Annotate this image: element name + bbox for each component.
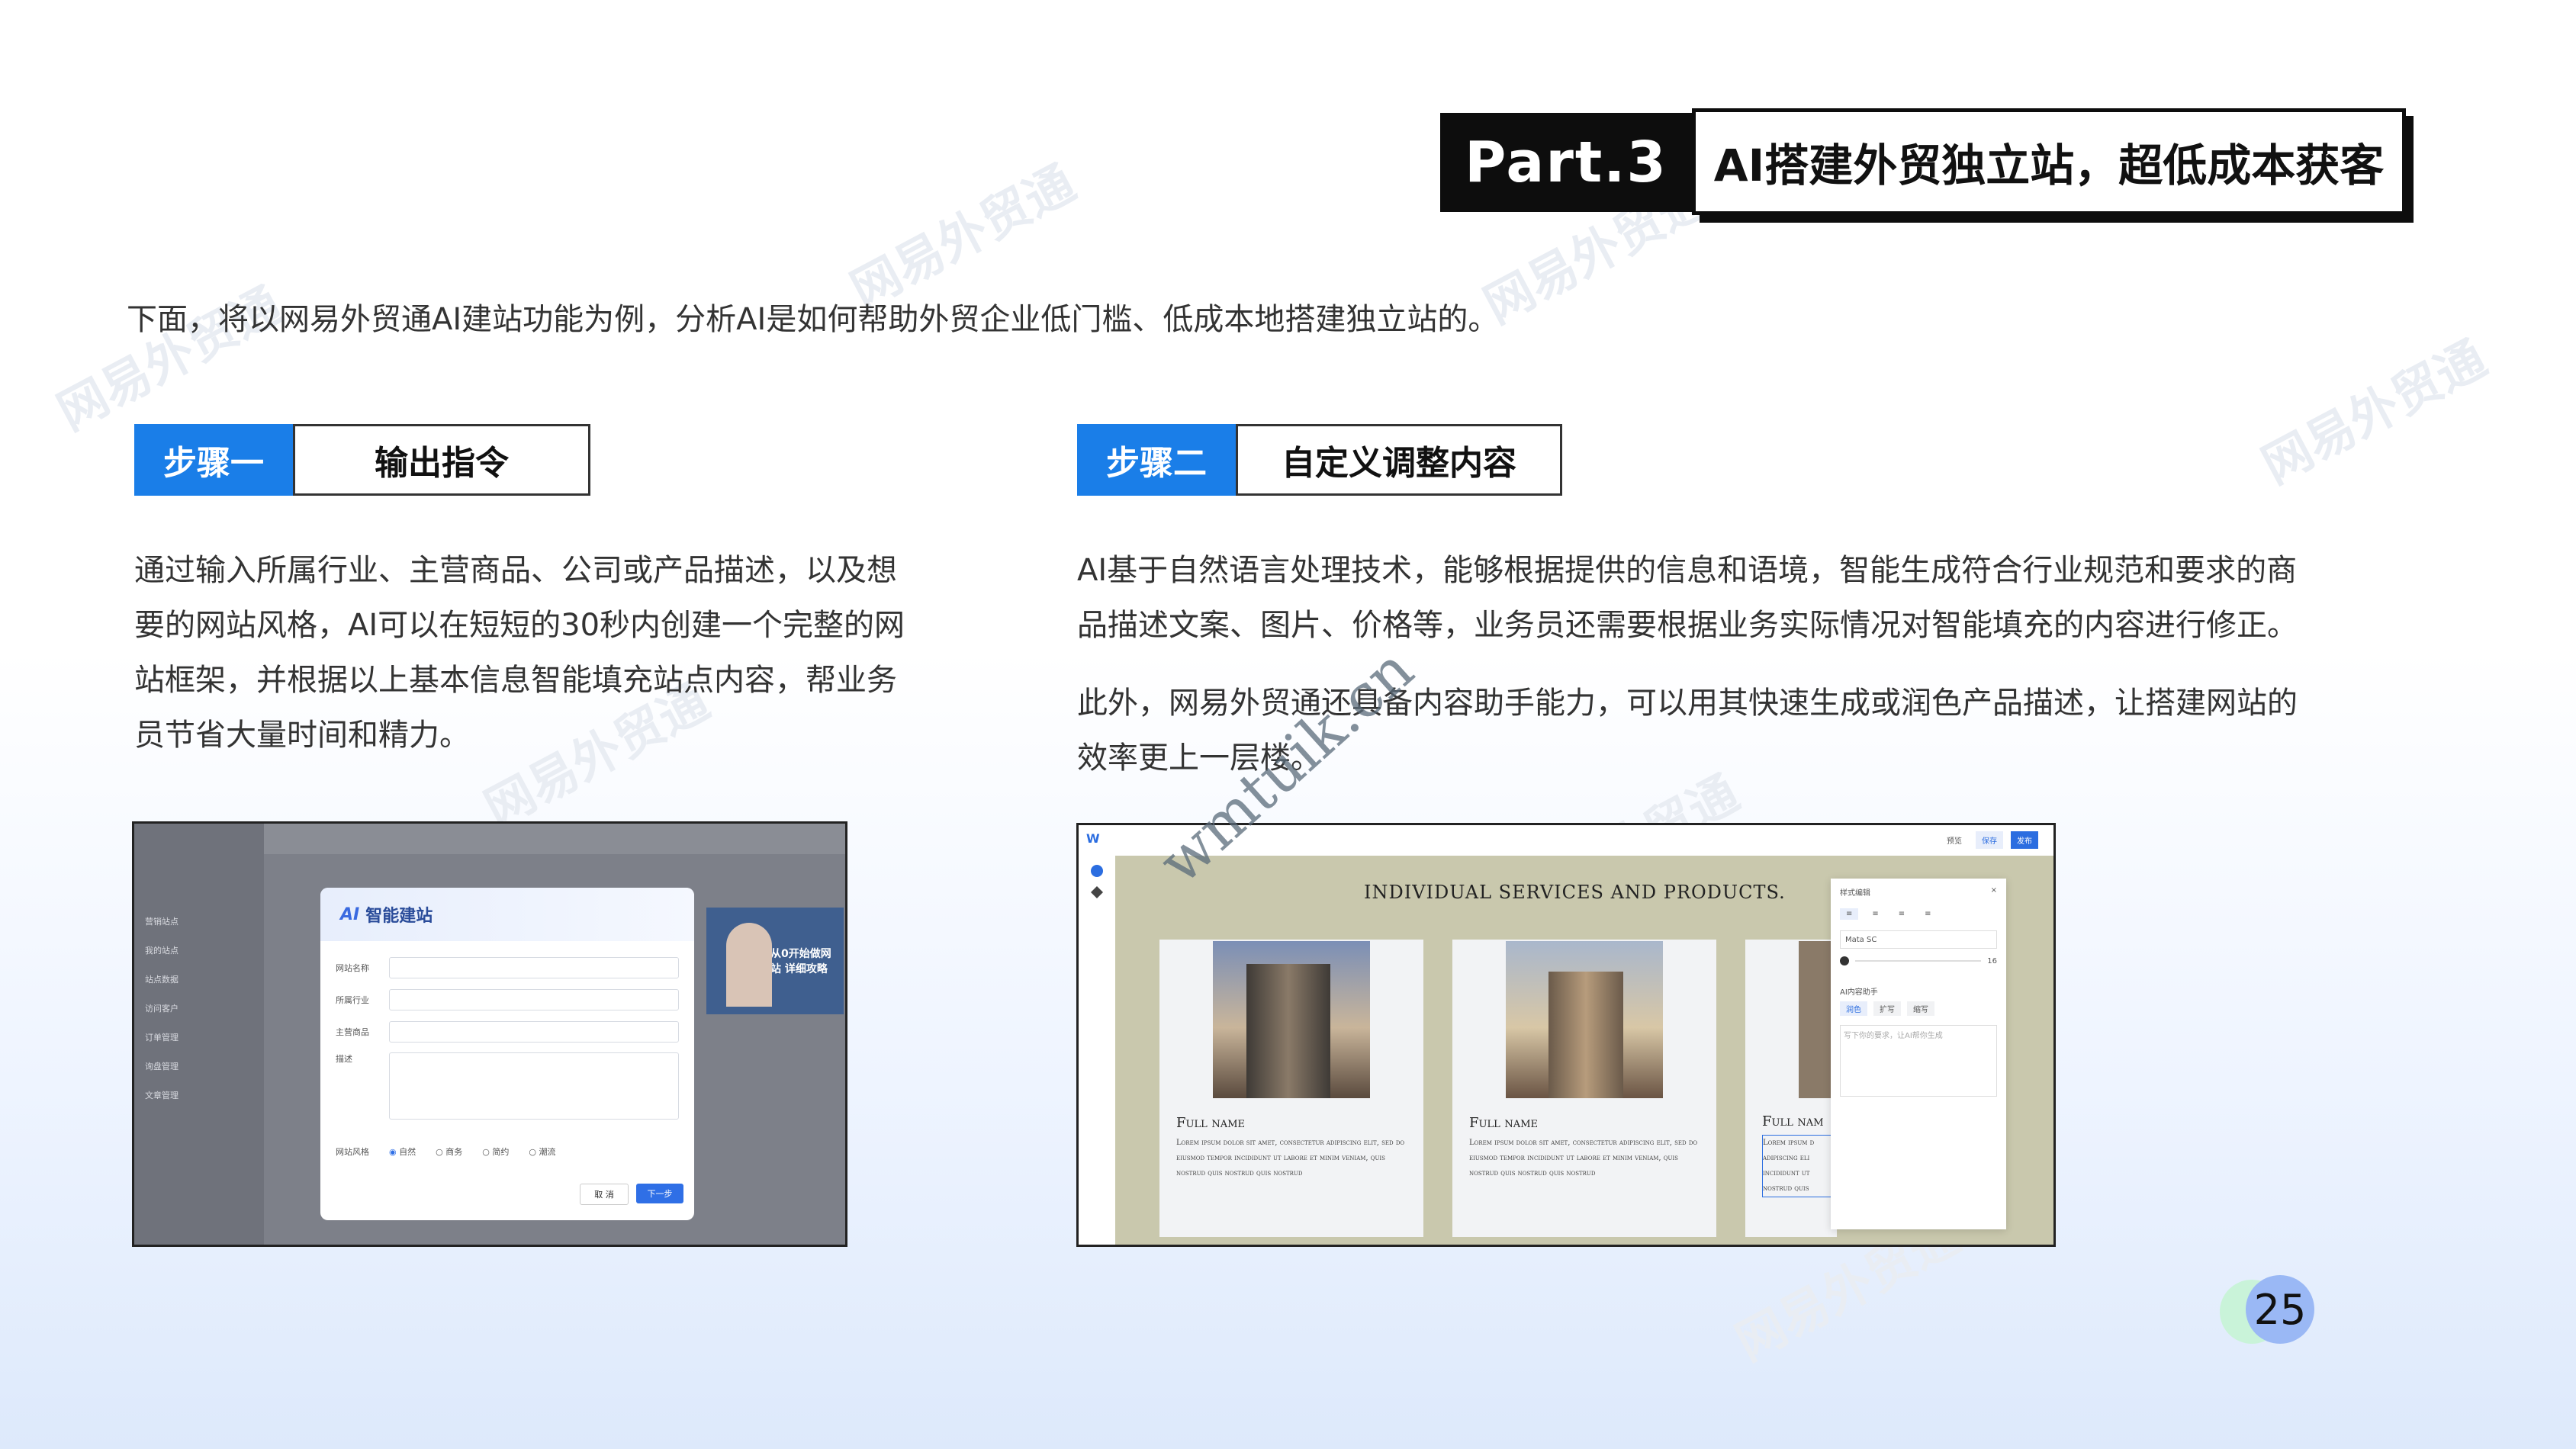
card-text: Lorem ipsum dolor sit amet, consectetur … [1176, 1139, 1405, 1178]
next-button[interactable]: 下一步 [636, 1184, 683, 1203]
style-radio[interactable]: ◉ 自然 [389, 1145, 416, 1158]
card-text: Lorem ipsum dolor sit amet, consectetur … [1469, 1139, 1698, 1178]
size-slider[interactable] [1855, 960, 1982, 962]
card-title: Full nam [1762, 1113, 1824, 1129]
field-label: 所属行业 [336, 995, 369, 1005]
text-line: 品描述文案、图片、价格等，业务员还需要根据业务实际情况对智能填充的内容进行修正。 [1077, 608, 2298, 643]
step1-title: 输出指令 [293, 424, 590, 496]
logo-icon: W [1086, 831, 1100, 846]
page-number-text: 25 [2253, 1285, 2307, 1334]
sidebar-item[interactable]: 站点数据 [145, 965, 264, 994]
watermark: 网易外贸通 [2253, 330, 2496, 496]
sidebar-item[interactable]: 我的站点 [145, 937, 264, 965]
site-editor-screenshot: W 预览 保存 发布 INDIVIDUAL SERVICES AND PRODU… [1079, 825, 2053, 1245]
field-label: 网站名称 [336, 963, 369, 973]
add-icon[interactable] [1091, 865, 1103, 877]
polish-button[interactable]: 润色 [1840, 1001, 1867, 1016]
layers-icon[interactable] [1091, 886, 1103, 898]
text-line: 员节省大量时间和精力。 [134, 718, 470, 753]
sidebar-item[interactable]: 访问客户 [145, 994, 264, 1023]
sidebar-item[interactable]: 营销站点 [145, 908, 264, 937]
card-text: Lorem ipsum d adipiscing eli incididunt … [1762, 1135, 1837, 1197]
section-heading: INDIVIDUAL SERVICES AND PRODUCTS. [1364, 882, 1786, 903]
radio-label: 潮流 [539, 1147, 556, 1157]
preview-button[interactable]: 预览 [1941, 831, 1968, 849]
text-line: 站框架，并根据以上基本信息智能填充站点内容，帮业务 [134, 663, 897, 698]
ai-site-builder-screenshot: 营销站点 我的站点 站点数据 访问客户 订单管理 询盘管理 文章管理 从0开始做… [134, 824, 845, 1245]
ai-prompt-textarea[interactable]: 写下你的要求，让AI帮你生成 [1840, 1025, 1997, 1097]
step1-header: 步骤一 输出指令 [134, 424, 590, 496]
step1-description: 通过输入所属行业、主营商品、公司或产品描述，以及想 要的网站风格，AI可以在短短… [134, 543, 1004, 763]
expand-button[interactable]: 扩写 [1873, 1001, 1901, 1016]
product-card[interactable]: Full name Lorem ipsum dolor sit amet, co… [1452, 940, 1716, 1237]
text-line: AI基于自然语言处理技术，能够根据提供的信息和语境，智能生成符合行业规范和要求的… [1077, 553, 2298, 588]
sidebar-item[interactable]: 询盘管理 [145, 1052, 264, 1081]
ai-build-dialog: AI 智能建站 网站名称 所属行业 主营商品 描述 网站风格 ◉ 自然 ○ 商务… [320, 888, 694, 1220]
style-radio[interactable]: ○ 潮流 [529, 1145, 555, 1158]
radio-label: 自然 [399, 1147, 416, 1157]
step2-header: 步骤二 自定义调整内容 [1077, 424, 1562, 496]
card-title: Full name [1176, 1115, 1245, 1131]
product-card[interactable]: Full name Lorem ipsum dolor sit amet, co… [1159, 940, 1423, 1237]
promo-card[interactable]: 从0开始做网站 详细攻略 [706, 908, 844, 1014]
products-input[interactable] [389, 1021, 679, 1043]
site-name-input[interactable] [389, 957, 679, 978]
topbar [264, 824, 845, 854]
style-radio[interactable]: ○ 简约 [482, 1145, 509, 1158]
text-line: 要的网站风格，AI可以在短短的30秒内创建一个完整的网 [134, 608, 905, 643]
align-justify-icon[interactable]: ≡ [1918, 908, 1937, 920]
field-label: 网站风格 [336, 1147, 369, 1157]
page-number: 25 [2220, 1275, 2319, 1344]
sidebar-item[interactable]: 订单管理 [145, 1023, 264, 1052]
align-right-icon[interactable]: ≡ [1893, 908, 1911, 920]
page-title: AI搭建外贸独立站，超低成本获客 [1692, 108, 2406, 215]
font-size-value: 16 [1987, 956, 1997, 965]
close-icon[interactable]: × [1991, 886, 1997, 898]
description-textarea[interactable] [389, 1052, 679, 1120]
shorten-button[interactable]: 缩写 [1907, 1001, 1934, 1016]
cancel-button[interactable]: 取 消 [580, 1184, 629, 1205]
product-card[interactable]: Full nam Lorem ipsum d adipiscing eli in… [1745, 940, 1837, 1237]
step2-tag: 步骤二 [1077, 424, 1236, 496]
industry-select[interactable] [389, 989, 679, 1010]
ai-logo-icon: AI [340, 904, 360, 924]
save-button[interactable]: 保存 [1976, 831, 2003, 849]
sidebar-item[interactable]: 文章管理 [145, 1081, 264, 1110]
card-title: Full name [1469, 1115, 1538, 1131]
ai-assistant-label: AI内容助手 [1840, 988, 1878, 997]
field-label: 主营商品 [336, 1027, 369, 1037]
radio-label: 商务 [445, 1147, 463, 1157]
building-image [1213, 941, 1370, 1098]
color-swatch[interactable] [1840, 956, 1849, 965]
intro-text: 下面，将以网易外贸通AI建站功能为例，分析AI是如何帮助外贸企业低门槛、低成本地… [127, 302, 1499, 337]
align-buttons: ≡ ≡ ≡ ≡ [1831, 905, 2006, 923]
style-radio[interactable]: ○ 商务 [436, 1145, 462, 1158]
align-center-icon[interactable]: ≡ [1866, 908, 1884, 920]
text-line: 通过输入所属行业、主营商品、公司或产品描述，以及想 [134, 553, 897, 588]
step1-tag: 步骤一 [134, 424, 293, 496]
step2-description: AI基于自然语言处理技术，能够根据提供的信息和语境，智能生成符合行业规范和要求的… [1077, 543, 2450, 653]
watermark: 网易外贸通 [49, 277, 291, 442]
presenter-image [726, 923, 772, 1007]
font-select[interactable]: Mata SC [1840, 930, 1997, 949]
part-label: Part.3 [1440, 113, 1692, 212]
dialog-title: 智能建站 [365, 907, 433, 926]
style-panel: 样式编辑 × ≡ ≡ ≡ ≡ Mata SC 16 AI内容助手 润色 扩写 缩… [1831, 879, 2006, 1229]
align-left-icon[interactable]: ≡ [1840, 908, 1859, 920]
radio-label: 简约 [492, 1147, 510, 1157]
publish-button[interactable]: 发布 [2011, 831, 2038, 849]
step2-title: 自定义调整内容 [1236, 424, 1562, 496]
building-image [1506, 941, 1663, 1098]
sidebar: 营销站点 我的站点 站点数据 访问客户 订单管理 询盘管理 文章管理 [134, 824, 264, 1245]
promo-text: 从0开始做网站 详细攻略 [770, 948, 831, 975]
panel-title: 样式编辑 [1840, 889, 1870, 898]
field-label: 描述 [336, 1054, 352, 1064]
left-rail [1079, 856, 1116, 1245]
